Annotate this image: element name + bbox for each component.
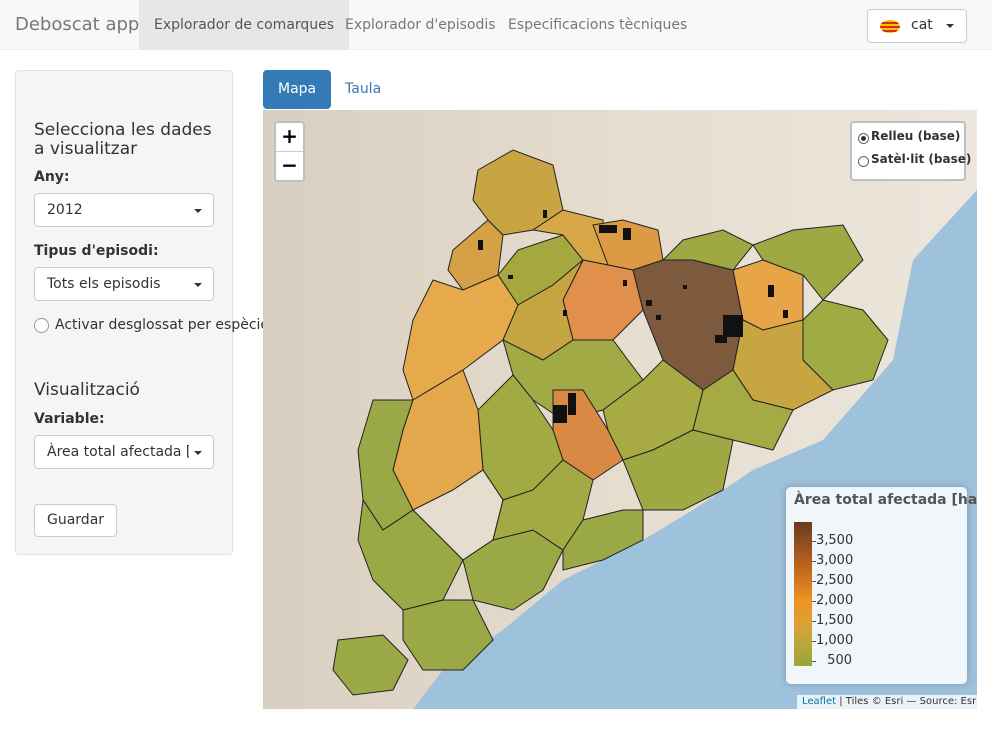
navbar: Deboscat app Explorador de comarques Exp… [0,0,992,50]
episode-type-select[interactable]: Tots els episodis [34,267,214,301]
language-select[interactable]: cat [867,9,967,43]
legend-label: 3,000 [816,553,854,568]
language-label: cat [911,17,933,33]
chevron-down-icon [194,451,202,455]
radio-unchecked-icon[interactable] [858,156,869,167]
episode-type-value: Tots els episodis [47,276,161,292]
legend-label: 500 [827,653,852,668]
visualization-section-title: Visualització [34,380,140,400]
map-view[interactable]: + − Relleu (base) Satèl·lit (base) Àrea … [263,110,977,709]
catalan-flag-icon [880,20,900,33]
legend-label: 1,500 [816,613,854,628]
tab-taula[interactable]: Taula [330,70,396,109]
year-label: Any: [34,169,70,185]
layer-label: Satèl·lit (base) [871,152,972,166]
save-button[interactable]: Guardar [34,504,118,537]
legend-label: 2,000 [816,593,854,608]
episode-type-label: Tipus d'episodi: [34,243,159,259]
year-value: 2012 [47,202,83,218]
variable-select[interactable]: Àrea total afectada [ha] [34,435,214,469]
variable-label: Variable: [34,411,105,427]
variable-value: Àrea total afectada [ha] [47,444,189,460]
legend-color-scale [794,522,812,666]
nav-item-explorador-comarques[interactable]: Explorador de comarques [139,0,350,50]
zoom-control: + − [274,121,305,182]
map-attribution: Leaflet | Tiles © Esri — Source: Esri [797,695,977,709]
species-toggle-label: Activar desglossat per espècies [55,317,277,333]
data-section-title: Selecciona les dades a visualitzar [34,120,212,159]
layer-label: Relleu (base) [871,129,961,143]
zoom-in-button[interactable]: + [276,123,303,152]
nav-item-explorador-episodis[interactable]: Explorador d'episodis [330,0,511,50]
legend-label: 2,500 [816,573,854,588]
app-brand[interactable]: Deboscat app [15,14,139,35]
attribution-text: | Tiles © Esri — Source: Esri [836,696,977,707]
layers-control: Relleu (base) Satèl·lit (base) [850,121,971,181]
tab-mapa[interactable]: Mapa [263,70,332,109]
radio-unchecked-icon[interactable] [34,318,49,333]
chevron-down-icon [946,24,954,28]
legend-label: 3,500 [816,533,854,548]
map-legend: Àrea total afectada [ha] 3,500 3,000 2,5… [786,487,977,684]
chevron-down-icon [194,209,202,213]
nav-item-especificacions[interactable]: Especificacions tècniques [493,0,702,50]
legend-label: 1,000 [816,633,854,648]
sidebar-panel: Selecciona les dades a visualitzar Any: … [15,70,276,555]
chevron-down-icon [194,283,202,287]
radio-checked-icon[interactable] [858,133,869,144]
legend-title: Àrea total afectada [ha] [794,492,977,508]
leaflet-link[interactable]: Leaflet [802,696,836,707]
zoom-out-button[interactable]: − [276,152,303,181]
year-select[interactable]: 2012 [34,193,214,227]
